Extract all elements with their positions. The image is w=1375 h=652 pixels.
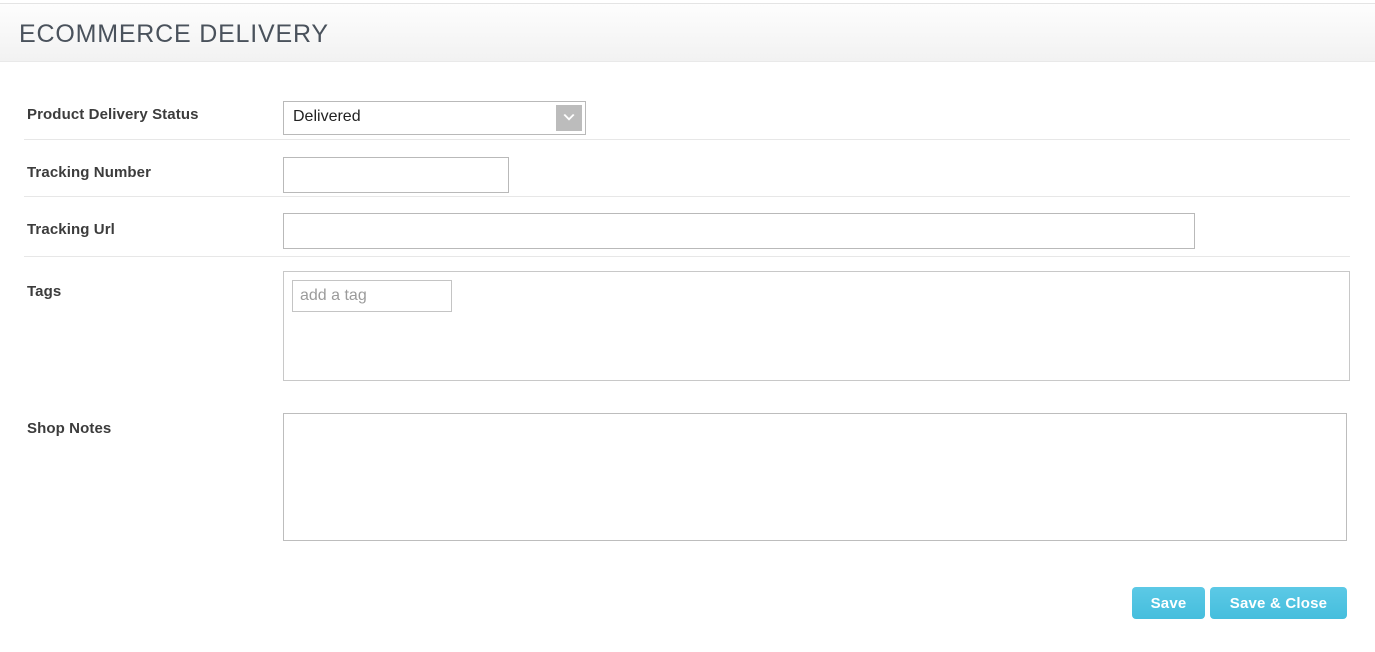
- tags-container[interactable]: [283, 271, 1350, 381]
- label-tracking-number: Tracking Number: [27, 164, 152, 181]
- form-row-product-delivery-status: Product Delivery Status Delivered: [0, 63, 1375, 140]
- delivery-form: Product Delivery Status Delivered Tracki…: [0, 63, 1375, 652]
- label-tags: Tags: [27, 283, 62, 300]
- chevron-down-icon[interactable]: [556, 105, 582, 131]
- tracking-url-input[interactable]: [283, 213, 1195, 249]
- add-tag-input[interactable]: [292, 280, 452, 312]
- form-row-tags: Tags: [0, 256, 1375, 396]
- label-tracking-url: Tracking Url: [27, 221, 115, 238]
- save-button[interactable]: Save: [1132, 587, 1205, 619]
- label-shop-notes: Shop Notes: [27, 420, 112, 437]
- form-row-tracking-url: Tracking Url: [0, 197, 1375, 257]
- product-delivery-status-value: Delivered: [293, 108, 361, 125]
- form-row-shop-notes: Shop Notes: [0, 403, 1375, 553]
- shop-notes-textarea[interactable]: [283, 413, 1347, 541]
- page-title: ECOMMERCE DELIVERY: [19, 20, 329, 48]
- tracking-number-input[interactable]: [283, 157, 509, 193]
- save-and-close-button[interactable]: Save & Close: [1210, 587, 1347, 619]
- ecommerce-delivery-panel: ECOMMERCE DELIVERY Product Delivery Stat…: [0, 0, 1375, 652]
- label-product-delivery-status: Product Delivery Status: [27, 106, 199, 123]
- panel-header: ECOMMERCE DELIVERY: [0, 4, 1375, 62]
- form-actions: Save Save & Close: [0, 583, 1375, 643]
- product-delivery-status-select[interactable]: Delivered: [283, 101, 586, 135]
- form-row-tracking-number: Tracking Number: [0, 140, 1375, 197]
